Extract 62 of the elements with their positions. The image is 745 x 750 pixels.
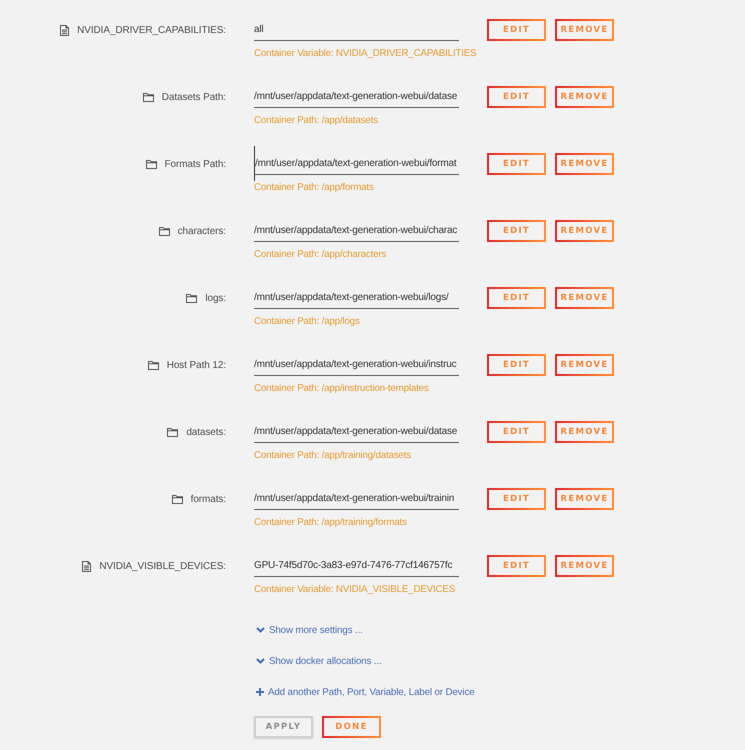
container-note: Container Variable: NVIDIA_DRIVER_CAPABILITIES [254, 47, 476, 60]
edit-button[interactable]: EDIT [487, 488, 546, 510]
container-note: Container Path: /app/logs [254, 315, 360, 328]
document-icon [60, 24, 70, 36]
input-field[interactable]: /mnt/user/appdata/text-generation-webui/format [254, 154, 459, 175]
edit-button[interactable]: EDIT [487, 555, 546, 577]
field-label: NVIDIA_VISIBLE_DEVICES: [99, 560, 226, 572]
done-button[interactable]: DONE [322, 716, 381, 738]
field-label: Formats Path: [164, 158, 226, 170]
edit-button[interactable]: EDIT [487, 421, 546, 443]
edit-button[interactable]: EDIT [487, 287, 546, 309]
remove-button[interactable]: REMOVE [555, 153, 614, 175]
container-note: Container Path: /app/instruction-templates [254, 382, 429, 395]
text-cursor-icon [254, 146, 255, 181]
add-link[interactable]: Add another Path, Port, Variable, Label or Device [268, 686, 474, 698]
folder-icon [146, 160, 156, 168]
container-note: Container Path: /app/datasets [254, 114, 378, 127]
plus-icon [256, 688, 264, 696]
field-label: NVIDIA_DRIVER_CAPABILITIES: [77, 24, 226, 36]
folder-icon [158, 226, 170, 236]
remove-button[interactable]: REMOVE [555, 86, 614, 108]
expand-link[interactable]: Show more settings ... [269, 624, 363, 636]
container-note: Container Path: /app/characters [254, 248, 386, 261]
chevron-down-icon [256, 627, 265, 633]
folder-icon [148, 360, 159, 370]
edit-button[interactable]: EDIT [487, 86, 546, 108]
remove-button[interactable]: REMOVE [555, 19, 614, 41]
edit-button[interactable]: EDIT [487, 220, 546, 242]
input-field[interactable]: GPU-74f5d70c-3a83-e97d-7476-77cf146757fc [254, 556, 459, 577]
field-label: characters: [178, 226, 226, 236]
field-label: Host Path 12: [166, 360, 226, 370]
input-field[interactable]: /mnt/user/appdata/text-generation-webui/logs/ [254, 288, 459, 309]
field-label: formats: [190, 494, 226, 504]
input-field[interactable]: /mnt/user/appdata/text-generation-webui/datase [254, 422, 459, 443]
folder-icon [167, 428, 178, 436]
field-label: logs: [205, 292, 226, 304]
remove-button[interactable]: REMOVE [555, 287, 614, 309]
input-field[interactable]: /mnt/user/appdata/text-generation-webui/charac [254, 221, 459, 242]
folder-icon [186, 294, 198, 302]
edit-button[interactable]: EDIT [487, 19, 546, 41]
container-note: Container Path: /app/training/datasets [254, 449, 411, 462]
field-label: Datasets Path: [162, 92, 226, 102]
remove-button[interactable]: REMOVE [555, 421, 614, 443]
folder-icon [142, 92, 154, 102]
input-field[interactable]: /mnt/user/appdata/text-generation-webui/trainin [254, 489, 459, 510]
container-note: Container Path: /app/training/formats [254, 516, 407, 529]
chevron-down-icon [256, 658, 265, 664]
edit-button[interactable]: EDIT [487, 153, 546, 175]
document-icon [82, 560, 92, 572]
container-note: Container Variable: NVIDIA_VISIBLE_DEVICES [254, 583, 456, 596]
expand-link[interactable]: Show docker allocations ... [269, 656, 382, 666]
edit-button[interactable]: EDIT [487, 354, 546, 376]
remove-button[interactable]: REMOVE [555, 555, 614, 577]
input-field[interactable]: all [254, 20, 459, 41]
field-label: datasets: [186, 426, 226, 438]
remove-button[interactable]: REMOVE [555, 354, 614, 376]
remove-button[interactable]: REMOVE [555, 488, 614, 510]
remove-button[interactable]: REMOVE [555, 220, 614, 242]
input-field[interactable]: /mnt/user/appdata/text-generation-webui/instruc [254, 355, 459, 376]
container-note: Container Path: /app/formats [254, 181, 374, 194]
input-field[interactable]: /mnt/user/appdata/text-generation-webui/datase [254, 87, 459, 108]
folder-icon [172, 494, 183, 504]
